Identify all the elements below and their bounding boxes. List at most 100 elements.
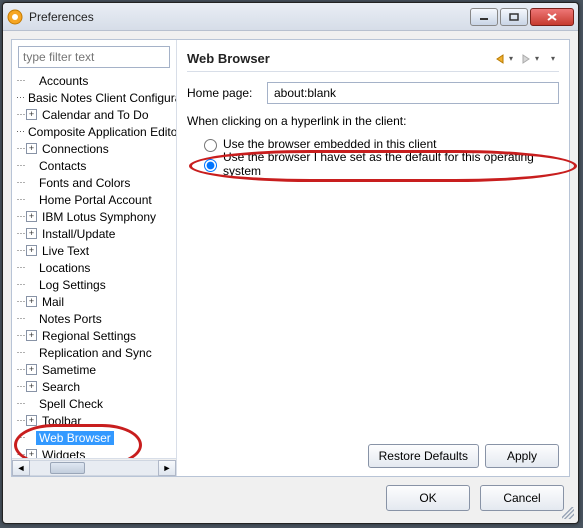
- tree-item[interactable]: ⋯+Install/Update: [12, 225, 176, 242]
- tree-tick-icon: ⋯: [16, 415, 26, 426]
- radio-os-default-label: Use the browser I have set as the defaul…: [223, 150, 559, 178]
- expand-icon[interactable]: +: [26, 296, 37, 307]
- app-icon: [7, 9, 23, 25]
- tree-tick-icon: ⋯: [16, 177, 26, 188]
- window-title: Preferences: [29, 10, 94, 24]
- resize-grip[interactable]: [562, 507, 574, 519]
- tree-item[interactable]: ⋯+Sametime: [12, 361, 176, 378]
- tree-tick-icon: ⋯: [16, 279, 26, 290]
- preferences-tree: ⋯Accounts⋯Basic Notes Client Configurat⋯…: [12, 72, 176, 476]
- tree-item-label: Connections: [39, 142, 112, 156]
- maximize-button[interactable]: [500, 8, 528, 26]
- preferences-window: Preferences ⋯Accounts⋯Basic Notes Client…: [2, 2, 579, 524]
- tree-tick-icon: ⋯: [16, 313, 26, 324]
- tree-item-label: Fonts and Colors: [36, 176, 133, 190]
- scroll-track[interactable]: [30, 460, 158, 476]
- tree-item-label: Locations: [36, 261, 93, 275]
- tree-item[interactable]: ⋯+Search: [12, 378, 176, 395]
- radio-embedded-label: Use the browser embedded in this client: [223, 137, 436, 151]
- tree-item-label: Composite Application Editor: [25, 125, 176, 139]
- tree-item[interactable]: ⋯+Calendar and To Do: [12, 106, 176, 123]
- tree-item-label: Accounts: [36, 74, 91, 88]
- tree-item-label: Spell Check: [36, 397, 106, 411]
- tree-tick-icon: ⋯: [16, 228, 26, 239]
- tree-tick-icon: ⋯: [16, 211, 26, 222]
- expand-icon[interactable]: +: [26, 211, 37, 222]
- tree-item[interactable]: ⋯ Spell Check: [12, 395, 176, 412]
- detail-pane: Web Browser ▾ ▾ ▾ Home page: When clicki…: [177, 40, 569, 476]
- page-title: Web Browser: [187, 51, 270, 66]
- tree-tick-icon: ⋯: [16, 296, 26, 307]
- radio-os-default-input[interactable]: [204, 159, 217, 172]
- tree-item[interactable]: ⋯Accounts: [12, 72, 176, 89]
- expand-icon[interactable]: +: [26, 381, 37, 392]
- tree-item-label: Contacts: [36, 159, 89, 173]
- tree-tick-icon: ⋯: [16, 160, 26, 171]
- tree-tick-icon: ⋯: [16, 398, 26, 409]
- tree-item[interactable]: ⋯+Regional Settings: [12, 327, 176, 344]
- scroll-thumb[interactable]: [50, 462, 85, 474]
- tree-item[interactable]: ⋯Log Settings: [12, 276, 176, 293]
- horizontal-scrollbar[interactable]: ◄ ►: [12, 458, 176, 476]
- tree-item[interactable]: ⋯ Locations: [12, 259, 176, 276]
- titlebar[interactable]: Preferences: [3, 3, 578, 31]
- tree-item-label: IBM Lotus Symphony: [39, 210, 159, 224]
- scroll-right-button[interactable]: ►: [158, 460, 176, 476]
- expand-icon[interactable]: +: [26, 109, 37, 120]
- tree-item-label: Mail: [39, 295, 67, 309]
- nav-forward-menu[interactable]: ▾: [535, 54, 543, 63]
- close-button[interactable]: [530, 8, 574, 26]
- tree-item[interactable]: ⋯+Live Text: [12, 242, 176, 259]
- tree-tick-icon: ⋯: [16, 381, 26, 392]
- tree-item[interactable]: ⋯+Toolbar: [12, 412, 176, 429]
- tree-item[interactable]: ⋯+Connections: [12, 140, 176, 157]
- radio-os-default-browser[interactable]: Use the browser I have set as the defaul…: [199, 154, 559, 174]
- apply-button[interactable]: Apply: [485, 444, 559, 468]
- home-page-label: Home page:: [187, 86, 267, 100]
- nav-forward-icon[interactable]: [519, 52, 533, 66]
- tree-item[interactable]: ⋯ Notes Ports: [12, 310, 176, 327]
- tree-item-label: Sametime: [39, 363, 99, 377]
- tree-tick-icon: ⋯: [16, 143, 26, 154]
- minimize-button[interactable]: [470, 8, 498, 26]
- tree-item[interactable]: ⋯+Widgets: [12, 446, 176, 458]
- scroll-left-button[interactable]: ◄: [12, 460, 30, 476]
- expand-icon[interactable]: +: [26, 228, 37, 239]
- hyperlink-hint: When clicking on a hyperlink in the clie…: [187, 114, 559, 128]
- tree-item-label: Web Browser: [36, 431, 114, 445]
- tree-item-label: Notes Ports: [36, 312, 105, 326]
- restore-defaults-button[interactable]: Restore Defaults: [368, 444, 479, 468]
- main-panel: ⋯Accounts⋯Basic Notes Client Configurat⋯…: [11, 39, 570, 477]
- tree-item[interactable]: ⋯ Web Browser: [12, 429, 176, 446]
- tree-item[interactable]: ⋯ Fonts and Colors: [12, 174, 176, 191]
- view-menu-icon[interactable]: ▾: [551, 54, 559, 63]
- expand-icon[interactable]: +: [26, 415, 37, 426]
- tree-tick-icon: ⋯: [16, 262, 26, 273]
- tree-item-label: Calendar and To Do: [39, 108, 152, 122]
- cancel-button[interactable]: Cancel: [480, 485, 564, 511]
- tree-tick-icon: ⋯: [16, 194, 26, 205]
- tree-item-label: Widgets: [39, 448, 88, 459]
- tree-tick-icon: ⋯: [16, 432, 26, 443]
- expand-icon[interactable]: +: [26, 449, 37, 458]
- tree-item-label: Search: [39, 380, 83, 394]
- filter-box: [18, 46, 170, 68]
- expand-icon[interactable]: +: [26, 364, 37, 375]
- expand-icon[interactable]: +: [26, 330, 37, 341]
- tree-item[interactable]: ⋯Basic Notes Client Configurat: [12, 89, 176, 106]
- ok-button[interactable]: OK: [386, 485, 470, 511]
- tree-item-label: Regional Settings: [39, 329, 139, 343]
- filter-input[interactable]: [18, 46, 170, 68]
- tree-item[interactable]: ⋯ Contacts: [12, 157, 176, 174]
- tree-item[interactable]: ⋯+IBM Lotus Symphony: [12, 208, 176, 225]
- nav-back-menu[interactable]: ▾: [509, 54, 517, 63]
- home-page-input[interactable]: [267, 82, 559, 104]
- nav-back-icon[interactable]: [493, 52, 507, 66]
- expand-icon[interactable]: +: [26, 245, 37, 256]
- radio-embedded-input[interactable]: [204, 139, 217, 152]
- expand-icon[interactable]: +: [26, 143, 37, 154]
- tree-item[interactable]: ⋯Home Portal Account: [12, 191, 176, 208]
- tree-item[interactable]: ⋯Composite Application Editor: [12, 123, 176, 140]
- tree-item[interactable]: ⋯Replication and Sync: [12, 344, 176, 361]
- tree-item[interactable]: ⋯+Mail: [12, 293, 176, 310]
